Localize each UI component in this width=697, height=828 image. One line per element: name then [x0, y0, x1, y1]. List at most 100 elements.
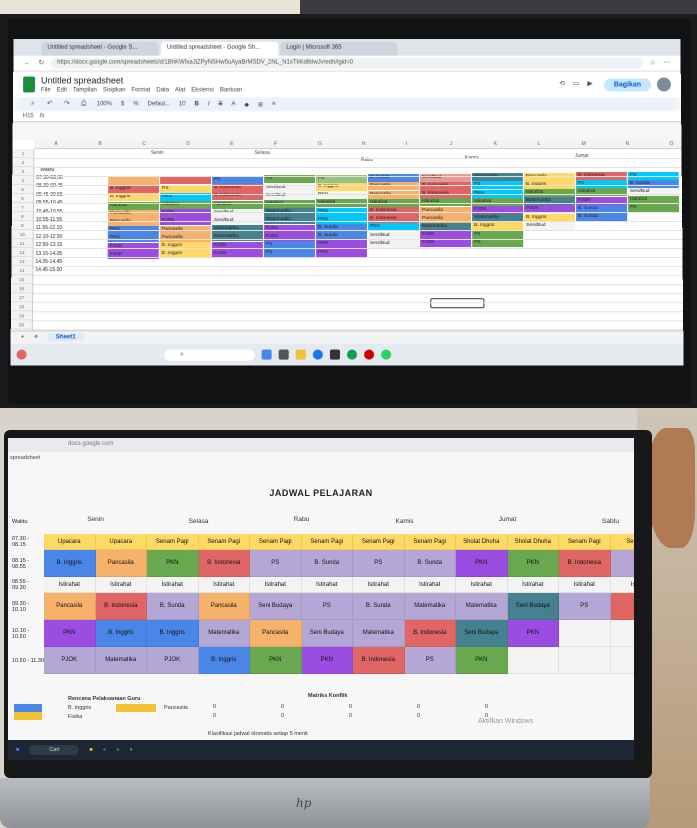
column-letter[interactable]: B — [98, 141, 101, 147]
schedule-cell[interactable]: B. Inggris — [147, 620, 199, 647]
schedule-cell[interactable]: Seni/Bud — [368, 239, 420, 248]
schedule-cell[interactable]: B. Sunda — [147, 593, 199, 620]
column-letter[interactable]: A — [54, 141, 57, 147]
browser-tab-1[interactable]: Untitled spreadsheet - Google S... — [41, 41, 159, 56]
row-number[interactable]: 19 — [10, 311, 32, 321]
schedule-cell[interactable]: PS — [404, 647, 456, 674]
menu-item[interactable]: Data — [156, 87, 169, 93]
row-number[interactable]: 11 — [11, 239, 33, 249]
search-menu-icon[interactable]: ⌕ — [29, 100, 37, 108]
row-number[interactable]: 4 — [12, 176, 34, 186]
menu-item[interactable]: File — [41, 87, 51, 93]
schedule-cell[interactable]: PS — [353, 550, 405, 577]
schedule-cell[interactable] — [610, 620, 634, 647]
column-letter[interactable]: C — [142, 141, 146, 147]
schedule-cell[interactable]: B. Indonesia — [559, 550, 611, 577]
schedule-cell[interactable]: Seni/Bud — [419, 173, 471, 182]
bold-icon[interactable]: B — [195, 101, 199, 107]
schedule-cell[interactable]: PKN — [316, 191, 367, 200]
edge-icon[interactable] — [312, 349, 323, 360]
weather-icon[interactable] — [16, 349, 27, 360]
schedule-cell[interactable]: Istirahat — [559, 577, 611, 593]
redo-icon[interactable]: ↷ — [63, 100, 71, 108]
schedule-cell[interactable]: B. Sunda — [301, 550, 353, 577]
row-number[interactable]: 13 — [11, 257, 33, 267]
font-size-field[interactable]: 10 — [179, 101, 186, 107]
schedule-cell[interactable]: PJOK — [107, 242, 159, 251]
laptop-url[interactable]: docs.google.com — [8, 438, 634, 452]
browser-tab-2[interactable]: Untitled spreadsheet - Google Sh... — [160, 41, 279, 56]
url-field[interactable]: https://docs.google.com/spreadsheets/d/1… — [51, 57, 643, 69]
schedule-cell[interactable]: Seni/Bud — [524, 221, 576, 230]
row-number[interactable]: 8 — [11, 211, 33, 221]
schedule-cell[interactable]: PS — [250, 550, 302, 577]
schedule-cell[interactable]: Istirahat — [198, 577, 250, 593]
schedule-cell[interactable]: Pancasila — [95, 550, 147, 577]
schedule-cell[interactable]: B. Inggris — [95, 620, 147, 647]
schedule-cell[interactable]: Seni/Bud — [264, 191, 316, 200]
column-letter[interactable]: G — [318, 141, 322, 147]
schedule-cell[interactable]: Pancasila — [250, 620, 302, 647]
schedule-cell[interactable]: Seni Budaya — [507, 593, 559, 620]
time-cell[interactable]: 08.30-09.45 — [34, 182, 104, 190]
schedule-cell[interactable]: Istirahat — [523, 189, 575, 198]
star-icon[interactable]: ☆ — [649, 59, 657, 67]
menu-item[interactable]: Edit — [57, 87, 67, 93]
schedule-cell[interactable]: Matematika — [471, 173, 523, 182]
schedule-cell[interactable]: Istirahat — [250, 577, 302, 593]
schedule-cell[interactable] — [559, 647, 611, 674]
row-number[interactable]: 15 — [11, 275, 33, 285]
schedule-cell[interactable]: Sholat Dhuha — [507, 534, 559, 550]
column-letter[interactable]: H — [362, 141, 366, 147]
history-icon[interactable]: ⟲ — [558, 81, 566, 89]
schedule-cell[interactable]: Seni Budaya — [456, 620, 508, 647]
row-number[interactable]: 14 — [11, 266, 33, 276]
doc-title[interactable]: Untitled spreadsheet — [41, 76, 242, 86]
schedule-cell[interactable]: Matematika — [456, 593, 508, 620]
row-number[interactable]: 10 — [11, 230, 33, 240]
time-cell[interactable]: 10.55-11.55 — [34, 216, 104, 224]
schedule-cell[interactable]: PJOK — [147, 647, 199, 674]
store-icon[interactable] — [329, 349, 340, 360]
sheet-tab-sheet1[interactable]: Sheet1 — [47, 333, 84, 342]
schedule-cell[interactable]: B. Sunda — [404, 550, 456, 577]
menu-item[interactable]: Format — [131, 87, 150, 93]
name-box[interactable]: H15 — [23, 113, 34, 119]
time-cell[interactable]: 14.45-15.00 — [33, 266, 103, 274]
print-icon[interactable]: ⎙ — [80, 100, 88, 108]
chrome-icon-2[interactable]: ● — [116, 747, 119, 753]
row-number[interactable]: 7 — [11, 202, 33, 212]
avatar[interactable] — [656, 77, 671, 92]
schedule-cell[interactable]: Pancasila — [107, 217, 159, 227]
schedule-cell[interactable]: PJOK — [420, 231, 472, 240]
fill-color-icon[interactable]: ◆ — [244, 101, 249, 108]
row-number[interactable]: 3 — [12, 167, 34, 177]
schedule-cell[interactable]: PKN — [315, 248, 368, 257]
schedule-cell[interactable]: Matematika — [95, 647, 147, 674]
schedule-cell[interactable] — [610, 647, 634, 674]
schedule-cell[interactable]: Istirahat — [211, 200, 264, 209]
schedule-cell[interactable]: PKN — [147, 550, 199, 577]
column-letter[interactable]: L — [538, 141, 541, 147]
menu-item[interactable]: Bantuan — [220, 87, 242, 93]
schedule-cell[interactable]: Istirahat — [404, 577, 456, 593]
schedule-cell[interactable]: Istirahat — [575, 188, 627, 197]
schedule-cell[interactable]: Istirahat — [353, 577, 405, 593]
schedule-cell[interactable]: PKN — [456, 647, 508, 674]
schedule-cell[interactable]: PJOK — [263, 224, 315, 233]
font-select[interactable]: Defaul... — [148, 101, 170, 107]
meet-icon[interactable]: ▶ — [586, 81, 594, 89]
row-number[interactable]: 1 — [12, 149, 34, 159]
schedule-cell[interactable]: Istirahat — [507, 577, 559, 593]
menu-item[interactable]: Sisipkan — [103, 87, 126, 93]
schedule-cell[interactable]: Istirahat — [44, 577, 96, 593]
start-icon[interactable] — [261, 349, 272, 360]
borders-icon[interactable]: ⊞ — [258, 101, 263, 108]
browser-tab-3[interactable]: Login | Microsoft 365 — [280, 41, 398, 56]
column-letter[interactable]: J — [450, 141, 453, 147]
row-number[interactable]: 17 — [11, 293, 33, 303]
add-sheet-icon[interactable]: + — [21, 334, 25, 340]
schedule-cell[interactable]: Upacara — [95, 534, 147, 550]
search-field-2[interactable]: Cari — [29, 745, 80, 755]
schedule-cell[interactable]: Seni Budaya — [250, 593, 302, 620]
